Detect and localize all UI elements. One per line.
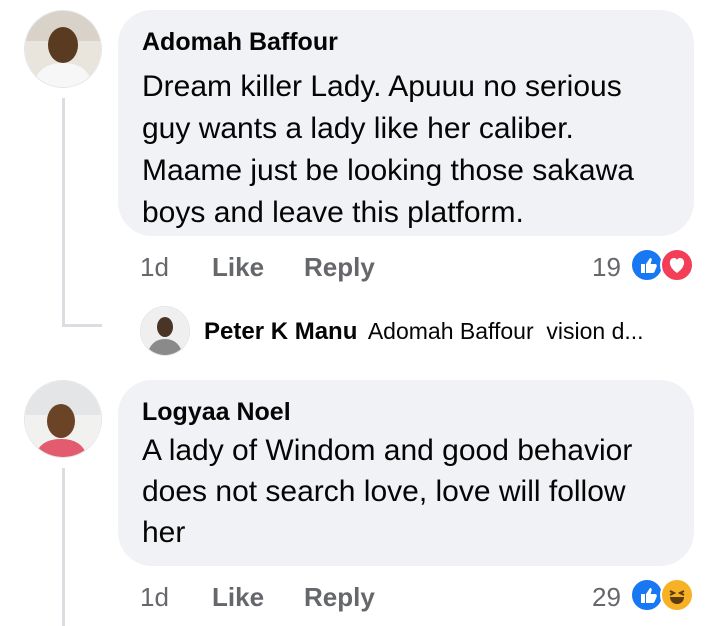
reply-button[interactable]: Reply bbox=[304, 252, 375, 283]
reaction-count[interactable]: 29 bbox=[592, 582, 621, 613]
comment-text-line: guy wants a lady like her caliber. bbox=[142, 112, 574, 145]
love-reaction-icon bbox=[660, 248, 694, 282]
reply-author[interactable]: Peter K Manu bbox=[204, 318, 357, 345]
reply-snippet[interactable]: Adomah Baffour vision d... bbox=[368, 318, 644, 344]
thread-line bbox=[62, 98, 65, 326]
comment-text: A lady of Windom and good behavior does … bbox=[142, 430, 682, 553]
comment-bubble[interactable]: Adomah Baffour Dream killer Lady. Apuuu … bbox=[118, 10, 694, 236]
thread-connector bbox=[62, 324, 102, 327]
comment-author[interactable]: Logyaa Noel bbox=[142, 398, 291, 427]
comment-text-line: Maame just be looking those sakawa bbox=[142, 154, 634, 187]
commenter-avatar[interactable] bbox=[24, 10, 102, 88]
comment-text-line: Dream killer Lady. Apuuu no serious bbox=[142, 70, 622, 103]
like-reaction-icon bbox=[630, 248, 664, 282]
reply-avatar[interactable] bbox=[140, 306, 190, 356]
reaction-summary[interactable] bbox=[630, 578, 700, 614]
commenter-avatar[interactable] bbox=[24, 380, 102, 458]
comment-text-line: her bbox=[142, 516, 186, 549]
reaction-count[interactable]: 19 bbox=[592, 252, 621, 283]
comment-bubble[interactable]: Logyaa Noel A lady of Windom and good be… bbox=[118, 380, 694, 566]
reaction-summary[interactable] bbox=[630, 248, 700, 284]
comment-text-line: A lady of Windom and good behavior bbox=[142, 434, 633, 467]
like-reaction-icon bbox=[630, 578, 664, 612]
comment-author[interactable]: Adomah Baffour bbox=[142, 28, 338, 57]
comment-timestamp[interactable]: 1d bbox=[140, 252, 169, 283]
haha-reaction-icon bbox=[660, 578, 694, 612]
reply-button[interactable]: Reply bbox=[304, 582, 375, 613]
comment-text-line: boys and leave this platform. bbox=[142, 196, 524, 229]
like-button[interactable]: Like bbox=[212, 252, 264, 283]
like-button[interactable]: Like bbox=[212, 582, 264, 613]
reply-preview[interactable]: Peter K Manu Adomah Baffour vision d... bbox=[204, 318, 644, 346]
comment-text-line: does not search love, love will follow bbox=[142, 475, 626, 508]
comment-text: Dream killer Lady. Apuuu no serious guy … bbox=[142, 66, 682, 234]
thread-line bbox=[62, 468, 65, 626]
comment-timestamp[interactable]: 1d bbox=[140, 582, 169, 613]
